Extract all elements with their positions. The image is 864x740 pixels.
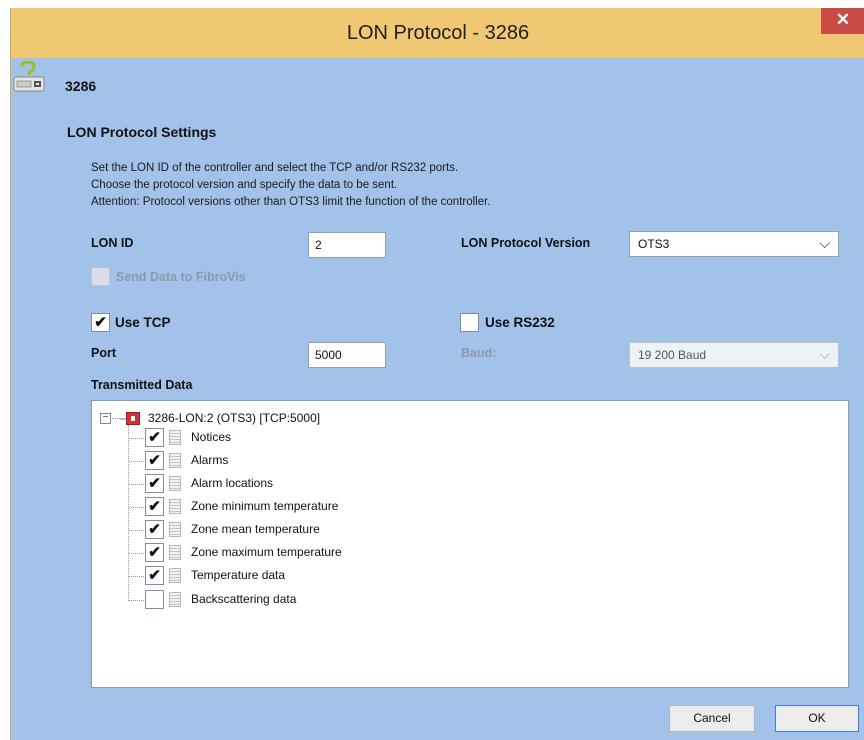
port-input[interactable]: 5000 [308,342,386,368]
close-button[interactable]: ✕ [821,8,864,34]
tree-connector [129,484,144,485]
tree-connector [128,425,129,601]
chevron-down-icon: ⌵ [819,346,830,362]
tree-item-label: Alarms [191,453,229,467]
document-icon [169,545,181,560]
tree-connector [129,530,144,531]
alarm-locations-checkbox[interactable]: ✔ [145,474,164,493]
port-label: Port [91,346,116,360]
transmitted-data-label: Transmitted Data [91,378,193,392]
tree-item-label: Zone maximum temperature [191,545,342,559]
tree-item-label: Alarm locations [191,476,274,490]
document-icon [169,476,181,491]
zone-mean-temperature-checkbox[interactable]: ✔ [145,520,164,539]
tree-connector [129,438,144,439]
use-tcp-checkbox[interactable]: ✔ [91,313,110,332]
lon-device-icon [120,412,140,425]
description-line-2: Choose the protocol version and specify … [91,179,398,191]
tree-item-label: Backscattering data [191,592,297,606]
tree-item-label: Notices [191,430,232,444]
document-icon [169,453,181,468]
zone-maximum-temperature-checkbox[interactable]: ✔ [145,543,164,562]
ok-button[interactable]: OK [775,705,859,732]
temperature-data-checkbox[interactable]: ✔ [145,566,164,585]
tree-connector [129,600,144,601]
lon-id-label: LON ID [91,236,134,250]
alarms-checkbox[interactable]: ✔ [145,451,164,470]
transmitted-data-tree[interactable]: − 3286-LON:2 (OTS3) [TCP:5000] ✔ Notices… [91,400,849,688]
lon-protocol-version-select[interactable]: OTS3 ⌵ [629,231,839,257]
tree-connector [129,507,144,508]
device-question-icon [13,60,47,95]
use-tcp-label: Use TCP [115,315,171,330]
dialog-window: LON Protocol - 3286 ✕ 3286 LON Protocol … [10,8,864,740]
baud-select: 19 200 Baud ⌵ [629,342,839,368]
document-icon [169,499,181,514]
description-line-1: Set the LON ID of the controller and sel… [91,162,459,174]
backscattering-data-checkbox[interactable] [145,590,164,609]
chevron-down-icon: ⌵ [819,235,830,251]
tree-connector [129,576,144,577]
window-title: LON Protocol - 3286 [346,22,530,44]
document-icon [169,522,181,537]
document-icon [169,430,181,445]
tree-item-label: Zone mean temperature [191,522,320,536]
collapse-icon[interactable]: − [100,413,111,424]
cancel-button[interactable]: Cancel [669,705,755,732]
lon-id-input[interactable]: 2 [308,232,386,258]
description-line-3: Attention: Protocol versions other than … [91,196,491,208]
version-selected-value: OTS3 [638,237,670,251]
tree-root-label[interactable]: 3286-LON:2 (OTS3) [TCP:5000] [148,411,320,425]
tree-item-label: Zone minimum temperature [191,499,339,513]
tree-connector [129,553,144,554]
tree-item-label: Temperature data [191,568,286,582]
zone-minimum-temperature-checkbox[interactable]: ✔ [145,497,164,516]
device-name: 3286 [65,78,97,94]
baud-selected-value: 19 200 Baud [638,348,707,362]
tree-connector [129,461,144,462]
baud-label: Baud: [461,346,497,360]
notices-checkbox[interactable]: ✔ [145,428,164,447]
title-bar[interactable]: LON Protocol - 3286 ✕ [11,8,864,58]
use-rs232-label: Use RS232 [485,315,555,330]
lon-protocol-version-label: LON Protocol Version [461,236,591,250]
use-rs232-checkbox[interactable] [460,313,479,332]
section-title: LON Protocol Settings [67,124,217,140]
send-fibrovis-checkbox [91,267,110,286]
document-icon [169,592,181,607]
send-fibrovis-label: Send Data to FibroVis [116,270,246,284]
document-icon [169,568,181,583]
